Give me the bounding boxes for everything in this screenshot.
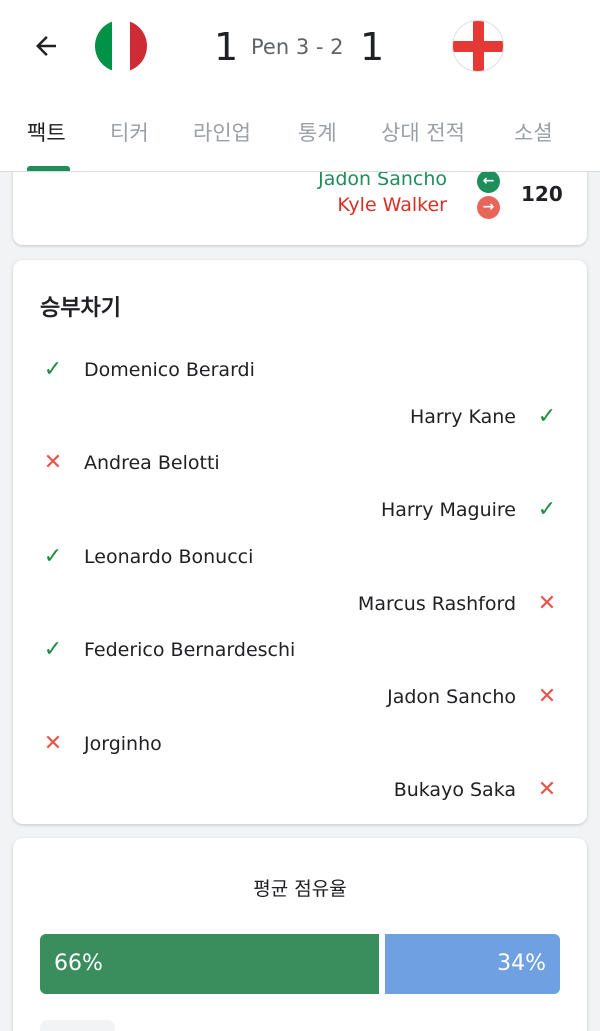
penalty-kick-row: ✓ Federico Bernardeschi: [40, 634, 296, 666]
possession-bar: 66% 34%: [40, 934, 560, 994]
check-icon: ✓: [537, 497, 557, 523]
penalty-taker-name[interactable]: Federico Bernardeschi: [84, 639, 295, 661]
penalty-score: Pen 3 - 2: [251, 35, 344, 59]
penalty-kick-row: Marcus Rashford ✕: [358, 588, 560, 620]
penalty-kick-row: ✓ Leonardo Bonucci: [40, 541, 254, 573]
penalty-taker-name[interactable]: Leonardo Bonucci: [84, 546, 253, 568]
check-icon: ✓: [43, 637, 63, 663]
cross-icon: ✕: [537, 777, 557, 803]
away-score: 1: [360, 25, 385, 69]
penalty-kick-row: ✕ Jorginho: [40, 728, 162, 760]
penalty-taker-name[interactable]: Jorginho: [84, 733, 162, 755]
cross-icon: ✕: [537, 683, 557, 709]
cross-icon: ✕: [43, 730, 63, 756]
penalty-taker-name[interactable]: Jadon Sancho: [387, 686, 516, 708]
penalty-taker-name[interactable]: Harry Maguire: [381, 499, 516, 521]
penalty-taker-name[interactable]: Domenico Berardi: [84, 359, 255, 381]
arrow-left-icon: [36, 36, 56, 56]
tab-social[interactable]: 소셜: [514, 118, 553, 148]
cross-icon: ✕: [43, 450, 63, 476]
penalty-taker-name[interactable]: Bukayo Saka: [394, 779, 516, 801]
check-icon: ✓: [43, 543, 63, 569]
back-button[interactable]: [26, 26, 66, 66]
penalty-kick-row: ✓ Domenico Berardi: [40, 354, 255, 386]
home-score: 1: [214, 25, 239, 69]
possession-home-segment: 66%: [40, 934, 379, 994]
penalty-kick-row: Harry Maguire ✓: [381, 494, 560, 526]
penalty-kick-row: Bukayo Saka ✕: [394, 774, 560, 806]
possession-title: 평균 점유율: [253, 878, 347, 900]
tab-bar: 팩트 티커 라인업 통계 상대 전적 소셜: [0, 110, 600, 172]
penalty-kick-row: Harry Kane ✓: [410, 401, 560, 433]
penalty-shootout-title: 승부차기: [40, 296, 121, 321]
possession-away-segment: 34%: [385, 934, 560, 994]
player-out-name[interactable]: Kyle Walker: [337, 194, 447, 216]
sub-in-arrow-icon: ←: [477, 170, 500, 193]
check-icon: ✓: [537, 403, 557, 429]
penalty-shootout-card: 승부차기 ✓ Domenico Berardi Harry Kane ✓ ✕ Andrea…: [13, 260, 587, 824]
penalty-taker-name[interactable]: Harry Kane: [410, 406, 516, 428]
sub-minute: 120: [521, 182, 563, 206]
tab-ticker[interactable]: 티커: [110, 118, 149, 148]
penalty-taker-name[interactable]: Marcus Rashford: [358, 593, 516, 615]
italy-flag-icon[interactable]: [95, 20, 147, 72]
match-header: 1 Pen 3 - 2 1 팩트 티커 라인업 통계 상대 전적 소셜: [0, 0, 600, 172]
stat-chip: [40, 1020, 115, 1031]
tab-facts[interactable]: 팩트: [27, 118, 66, 148]
cross-icon: ✕: [537, 590, 557, 616]
sub-out-arrow-icon: →: [477, 196, 500, 219]
possession-card: 평균 점유율 66% 34%: [13, 838, 587, 1031]
penalty-kick-row: Jadon Sancho ✕: [387, 681, 560, 713]
penalty-taker-name[interactable]: Andrea Belotti: [84, 452, 220, 474]
active-tab-indicator: [27, 166, 70, 171]
tab-lineup[interactable]: 라인업: [193, 118, 251, 148]
check-icon: ✓: [43, 357, 63, 382]
tab-stats[interactable]: 통계: [298, 118, 337, 148]
penalty-kick-row: ✕ Andrea Belotti: [40, 447, 220, 479]
tab-head-to-head[interactable]: 상대 전적: [381, 118, 465, 148]
england-flag-icon[interactable]: [452, 20, 504, 72]
